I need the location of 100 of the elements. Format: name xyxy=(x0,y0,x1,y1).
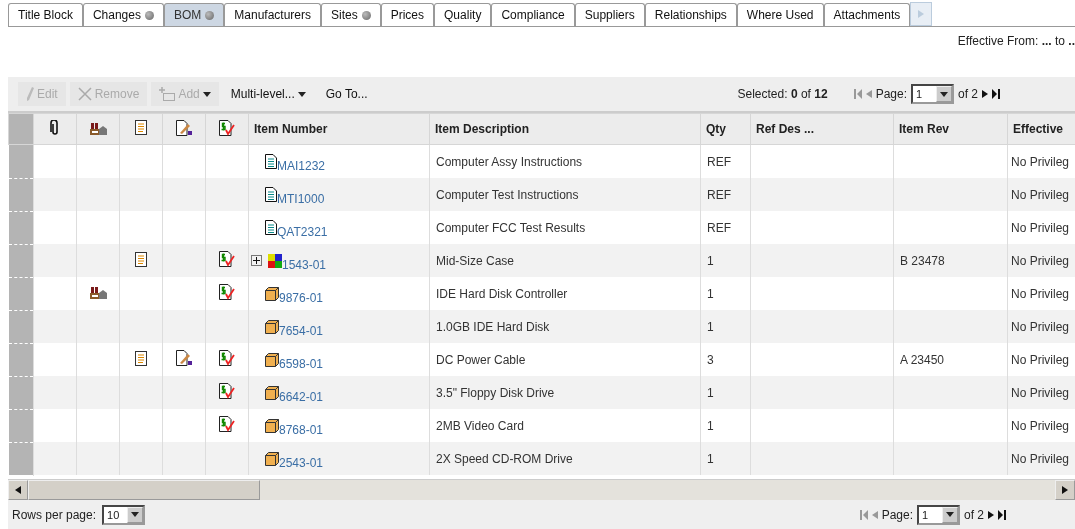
item-number-link[interactable]: 9876-01 xyxy=(279,290,324,305)
table-cell: REF xyxy=(700,178,751,211)
page-total: of 2 xyxy=(964,507,984,522)
arrow-right-icon xyxy=(918,10,925,18)
caret-icon xyxy=(297,91,306,97)
tab[interactable]: Where Used xyxy=(736,3,824,26)
document-icon xyxy=(265,153,277,169)
table-cell: 1 xyxy=(700,277,751,310)
cube-icon xyxy=(265,286,279,301)
table-cell: 3 xyxy=(700,343,751,376)
item-number-link[interactable]: 6598-01 xyxy=(279,356,324,371)
cube-icon xyxy=(265,451,279,466)
caret-icon xyxy=(946,512,954,517)
colored-squares-icon xyxy=(268,253,282,268)
tab[interactable]: Quality xyxy=(434,3,492,26)
tab[interactable]: Changes xyxy=(82,3,164,26)
multi-level-menu[interactable]: Multi-level... xyxy=(222,82,314,106)
column-header[interactable]: Ref Des ... xyxy=(750,113,894,145)
caret-icon xyxy=(202,91,211,97)
item-number-link[interactable]: MAI1232 xyxy=(277,158,326,173)
next-page-icon xyxy=(988,510,994,519)
next-page-icon xyxy=(982,90,988,98)
page-select[interactable]: 1 xyxy=(911,84,954,104)
price-check-icon xyxy=(219,119,235,136)
document-icon xyxy=(135,251,147,267)
document-icon xyxy=(265,219,277,235)
item-number-link[interactable]: 7654-01 xyxy=(279,323,324,338)
table-cell: No Privileg xyxy=(1011,451,1070,466)
previous-page-icon xyxy=(871,510,878,519)
tab[interactable]: Suppliers xyxy=(574,3,645,26)
table-cell: No Privileg xyxy=(1011,154,1070,169)
rows-per-page-label: Rows per page: xyxy=(12,507,97,522)
column-header[interactable]: Item Number xyxy=(248,113,430,145)
table-cell: 1 xyxy=(700,442,751,475)
scroll-tabs-button[interactable] xyxy=(910,2,933,26)
tab[interactable]: Title Block xyxy=(8,3,83,26)
page-select[interactable]: 1 xyxy=(917,504,960,525)
table-cell: No Privileg xyxy=(1011,418,1070,433)
table-cell: 1 xyxy=(700,376,751,409)
column-header[interactable]: Qty xyxy=(700,113,751,145)
cube-icon xyxy=(265,319,279,334)
price-check-icon xyxy=(219,383,235,399)
selection-count: Selected: 0 of 12 xyxy=(737,87,828,101)
caret-icon xyxy=(131,512,140,517)
previous-page-icon xyxy=(865,90,872,98)
table-cell: A 23450 xyxy=(893,343,1008,376)
cube-icon xyxy=(265,385,279,400)
table-cell: B 23478 xyxy=(893,244,1008,277)
cube-icon xyxy=(265,418,279,433)
tab[interactable]: Sites xyxy=(321,3,381,26)
close-icon xyxy=(77,87,92,101)
table-cell: Computer Test Instructions xyxy=(429,178,701,211)
document-icon xyxy=(135,350,147,366)
last-page-icon[interactable] xyxy=(998,509,1006,520)
tab[interactable]: Compliance xyxy=(491,3,575,26)
column-header[interactable]: Item Description xyxy=(429,113,701,145)
table-cell: No Privileg xyxy=(1011,319,1070,334)
document-pencil-icon xyxy=(176,119,192,136)
price-check-icon xyxy=(219,350,235,366)
price-check-icon xyxy=(219,416,235,432)
document-pencil-icon xyxy=(176,350,192,366)
item-number-link[interactable]: 6642-01 xyxy=(279,389,324,404)
price-check-icon xyxy=(219,284,235,300)
tab[interactable]: Manufacturers xyxy=(224,3,321,26)
paperclip-icon xyxy=(50,119,60,136)
item-number-link[interactable]: 2543-01 xyxy=(279,455,324,470)
rows-per-page-select[interactable]: 10 xyxy=(102,504,146,525)
document-icon xyxy=(265,186,277,202)
table-cell: 1.0GB IDE Hard Disk xyxy=(429,310,701,343)
table-cell: REF xyxy=(700,211,751,244)
horizontal-scrollbar[interactable] xyxy=(8,479,1075,500)
column-header[interactable]: Effective xyxy=(1007,113,1075,145)
table-cell: No Privileg xyxy=(1011,220,1070,235)
table-cell: 1 xyxy=(700,310,751,343)
item-number-link[interactable]: QAT2321 xyxy=(277,224,328,239)
item-number-link[interactable]: 8768-01 xyxy=(279,422,324,437)
table-cell: No Privileg xyxy=(1011,352,1070,367)
price-check-icon xyxy=(219,251,235,267)
table-cell: Computer Assy Instructions xyxy=(429,144,701,178)
table-cell: 1 xyxy=(700,244,751,277)
tab[interactable]: Prices xyxy=(380,3,435,26)
tab[interactable]: Attachments xyxy=(823,3,911,26)
go-to-button[interactable]: Go To... xyxy=(317,82,376,106)
tab[interactable]: Relationships xyxy=(644,3,737,26)
table-cell: 1 xyxy=(700,409,751,442)
column-header[interactable]: Item Rev xyxy=(893,113,1008,145)
table-cell: REF xyxy=(700,144,751,178)
last-page-icon[interactable] xyxy=(992,89,1000,99)
table-cell: No Privileg xyxy=(1011,286,1070,301)
item-number-link[interactable]: 1543-01 xyxy=(282,257,327,272)
cube-icon xyxy=(265,352,279,367)
scroll-right-icon xyxy=(1062,486,1068,494)
expand-toggle[interactable] xyxy=(251,254,262,266)
page-label: Page: xyxy=(875,87,907,101)
document-icon xyxy=(135,120,147,135)
tab[interactable]: BOM xyxy=(163,3,225,26)
item-number-link[interactable]: MTI1000 xyxy=(277,191,325,206)
page-label: Page: xyxy=(881,507,913,522)
table-cell: Mid-Size Case xyxy=(429,244,701,277)
table-cell: DC Power Cable xyxy=(429,343,701,376)
